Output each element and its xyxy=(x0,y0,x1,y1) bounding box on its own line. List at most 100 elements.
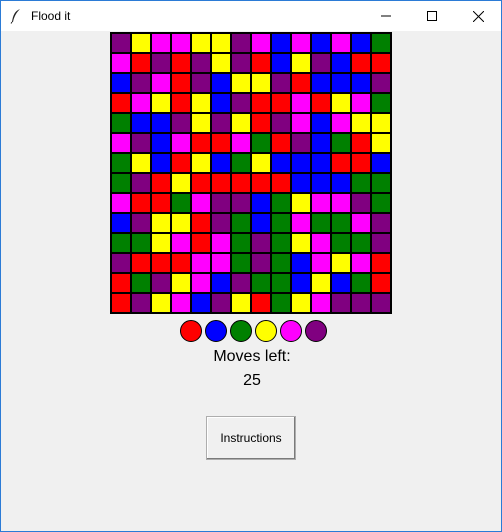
board-cell xyxy=(331,253,351,273)
board-cell xyxy=(111,93,131,113)
board-cell xyxy=(251,33,271,53)
board-cell xyxy=(291,213,311,233)
board-cell xyxy=(151,153,171,173)
board-cell xyxy=(311,293,331,313)
board-cell xyxy=(251,153,271,173)
board-cell xyxy=(131,193,151,213)
close-button[interactable] xyxy=(455,1,501,31)
board-cell xyxy=(351,133,371,153)
board-cell xyxy=(211,33,231,53)
board-cell xyxy=(371,273,391,293)
board-cell xyxy=(331,273,351,293)
board-cell xyxy=(211,53,231,73)
board-cell xyxy=(331,193,351,213)
board-cell xyxy=(231,153,251,173)
minimize-button[interactable] xyxy=(363,1,409,31)
maximize-icon xyxy=(427,11,437,21)
feather-icon xyxy=(9,8,23,24)
board-cell xyxy=(191,73,211,93)
board-cell xyxy=(231,173,251,193)
board-cell xyxy=(231,253,251,273)
board-cell xyxy=(211,273,231,293)
board-cell xyxy=(171,193,191,213)
window-title: Flood it xyxy=(31,9,71,23)
purple-swatch[interactable] xyxy=(305,320,327,342)
board-cell xyxy=(211,133,231,153)
board-cell xyxy=(151,33,171,53)
board-cell xyxy=(371,253,391,273)
board-cell xyxy=(211,213,231,233)
moves-left-label: Moves left: xyxy=(213,348,291,365)
board-cell xyxy=(371,213,391,233)
board-cell xyxy=(131,273,151,293)
app-window: Flood it Moves left: 25 Instructions xyxy=(0,0,502,532)
board-cell xyxy=(311,173,331,193)
board-cell xyxy=(251,273,271,293)
yellow-swatch[interactable] xyxy=(255,320,277,342)
title-bar: Flood it xyxy=(1,1,501,31)
board-cell xyxy=(251,93,271,113)
board-cell xyxy=(191,153,211,173)
board-cell xyxy=(111,193,131,213)
board-cell xyxy=(211,233,231,253)
board-cell xyxy=(371,133,391,153)
board-cell xyxy=(151,93,171,113)
board-cell xyxy=(171,273,191,293)
board-cell xyxy=(171,113,191,133)
board-cell xyxy=(311,53,331,73)
board-cell xyxy=(111,173,131,193)
board-cell xyxy=(271,193,291,213)
red-swatch[interactable] xyxy=(180,320,202,342)
board-cell xyxy=(371,73,391,93)
board-cell xyxy=(351,193,371,213)
board-cell xyxy=(111,33,131,53)
board-cell xyxy=(191,253,211,273)
board-cell xyxy=(151,133,171,153)
board-cell xyxy=(111,233,131,253)
board-cell xyxy=(231,233,251,253)
board-cell xyxy=(191,173,211,193)
color-palette xyxy=(180,320,327,342)
board-cell xyxy=(271,113,291,133)
board-cell xyxy=(211,73,231,93)
green-swatch[interactable] xyxy=(230,320,252,342)
close-icon xyxy=(472,10,484,22)
board-cell xyxy=(151,213,171,233)
board-cell xyxy=(251,53,271,73)
board-cell xyxy=(151,253,171,273)
board-cell xyxy=(311,93,331,113)
blue-swatch[interactable] xyxy=(205,320,227,342)
board-cell xyxy=(331,53,351,73)
board-cell xyxy=(331,73,351,93)
board-cell xyxy=(331,33,351,53)
magenta-swatch[interactable] xyxy=(280,320,302,342)
board-cell xyxy=(291,173,311,193)
board-cell xyxy=(291,113,311,133)
board-cell xyxy=(251,213,271,233)
board-cell xyxy=(351,233,371,253)
board-cell xyxy=(191,33,211,53)
board-cell xyxy=(231,133,251,153)
board-cell xyxy=(291,233,311,253)
board-cell xyxy=(271,253,291,273)
instructions-button[interactable]: Instructions xyxy=(206,416,296,460)
board-cell xyxy=(231,273,251,293)
board-cell xyxy=(151,293,171,313)
board-cell xyxy=(291,53,311,73)
board-cell xyxy=(311,133,331,153)
board-cell xyxy=(331,233,351,253)
board-cell xyxy=(131,53,151,73)
board-cell xyxy=(191,233,211,253)
board-cell xyxy=(331,153,351,173)
board-cell xyxy=(231,73,251,93)
maximize-button[interactable] xyxy=(409,1,455,31)
board-cell xyxy=(271,173,291,193)
board-cell xyxy=(191,213,211,233)
board-cell xyxy=(171,153,191,173)
board-cell xyxy=(311,73,331,93)
board-cell xyxy=(111,153,131,173)
board-cell xyxy=(231,113,251,133)
board-cell xyxy=(171,173,191,193)
board-cell xyxy=(351,293,371,313)
board-cell xyxy=(371,233,391,253)
